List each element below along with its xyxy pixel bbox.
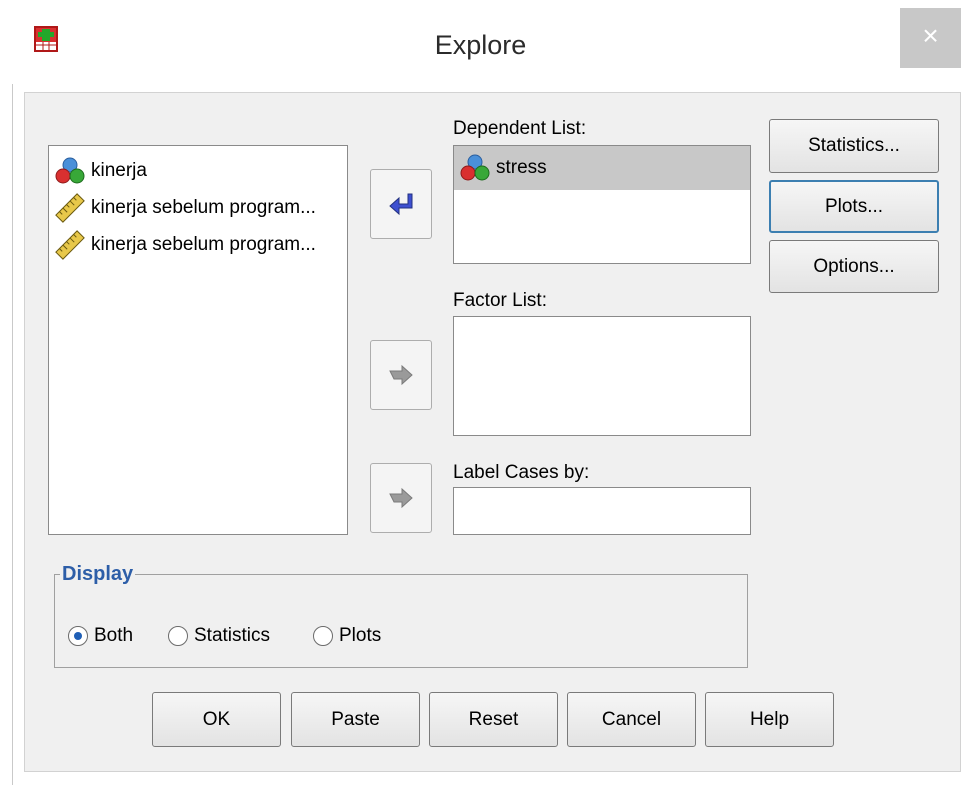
paste-button[interactable]: Paste (291, 692, 420, 747)
list-item-label: kinerja (91, 160, 147, 181)
list-item[interactable]: kinerja (53, 156, 147, 186)
options-button[interactable]: Options... (769, 240, 939, 293)
label-cases-label: Label Cases by: (453, 462, 590, 483)
radio-statistics-label: Statistics (194, 625, 271, 646)
list-item[interactable]: kinerja sebelum program... (53, 193, 316, 223)
reset-button[interactable]: Reset (429, 692, 558, 747)
list-item-label: stress (496, 157, 547, 178)
list-item[interactable]: stress (454, 146, 750, 190)
scale-variable-icon (55, 230, 85, 260)
label-cases-field[interactable] (453, 487, 751, 535)
radio-button[interactable] (168, 626, 188, 646)
plots-button[interactable]: Plots... (769, 180, 939, 233)
display-legend: Display (60, 563, 136, 586)
nominal-variable-icon (55, 157, 85, 184)
window-title: Explore (434, 30, 527, 60)
statistics-button[interactable]: Statistics... (769, 119, 939, 173)
ok-button[interactable]: OK (152, 692, 281, 747)
move-factor-button[interactable] (370, 340, 432, 410)
radio-button[interactable] (313, 626, 333, 646)
list-item[interactable]: kinerja sebelum program... (53, 230, 316, 260)
radio-both-label: Both (94, 625, 134, 646)
source-variable-list[interactable]: kinerja kinerja sebelum program... kiner… (48, 145, 348, 535)
factor-list[interactable] (453, 316, 751, 436)
factor-list-label: Factor List: (453, 290, 547, 311)
arrow-left-icon (389, 193, 413, 216)
close-icon: × (922, 20, 939, 51)
nominal-variable-icon (460, 154, 490, 181)
move-dependent-button[interactable] (370, 169, 432, 239)
radio-statistics[interactable]: Statistics (168, 625, 270, 647)
list-item-label: kinerja sebelum program... (91, 234, 316, 255)
dependent-list[interactable]: stress (453, 145, 751, 264)
radio-button-selected[interactable] (68, 626, 88, 646)
arrow-right-icon (389, 487, 413, 509)
radio-plots-label: Plots (339, 625, 382, 646)
help-button[interactable]: Help (705, 692, 834, 747)
scale-variable-icon (55, 193, 85, 223)
list-item-label: kinerja sebelum program... (91, 197, 316, 218)
radio-both[interactable]: Both (68, 625, 133, 647)
radio-plots[interactable]: Plots (313, 625, 381, 647)
dependent-list-label: Dependent List: (453, 118, 587, 139)
cancel-button[interactable]: Cancel (567, 692, 696, 747)
move-label-cases-button[interactable] (370, 463, 432, 533)
arrow-right-icon (389, 364, 413, 386)
display-group (54, 574, 748, 668)
close-button[interactable]: × (900, 8, 961, 68)
